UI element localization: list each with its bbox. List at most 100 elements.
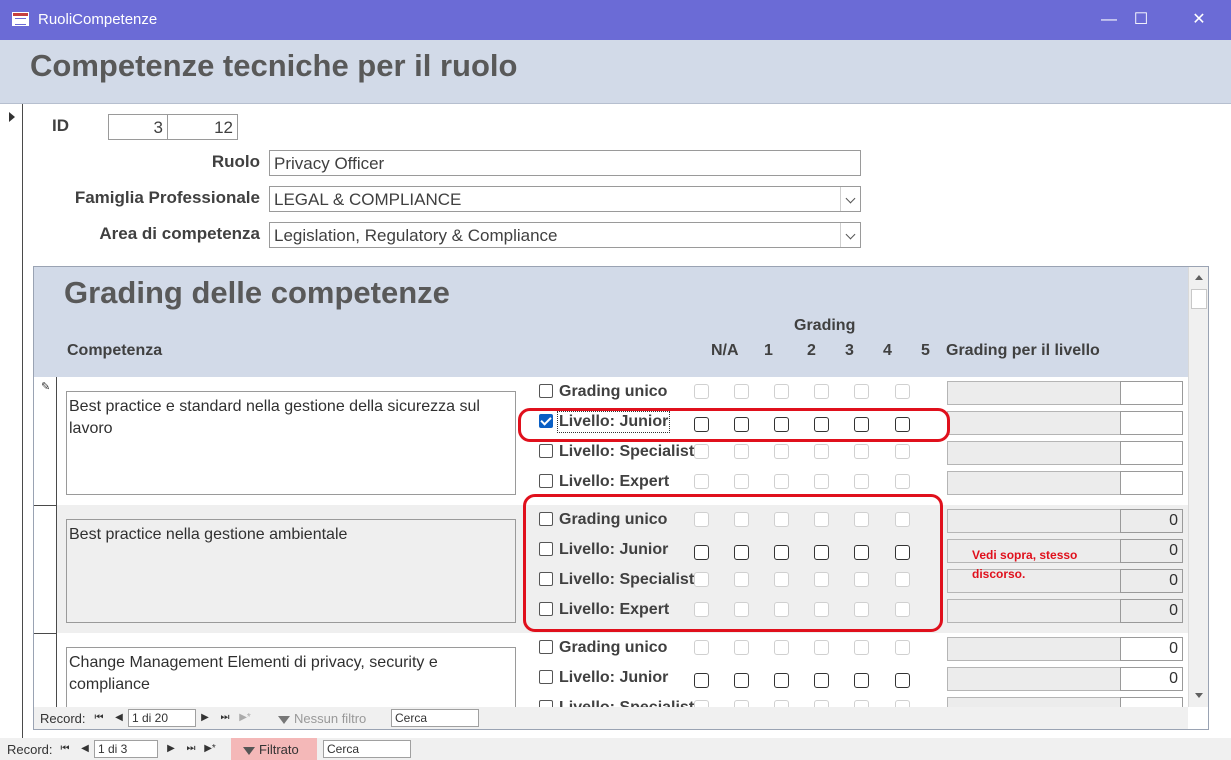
grade-checkbox[interactable] <box>814 474 829 489</box>
page-title: Competenze tecniche per il ruolo <box>30 48 518 83</box>
subform-navigation-bar: Record: ⏮ ◀ 1 di 20 ▶ ⏭ ▶* Nessun filtro… <box>34 707 1188 729</box>
livello-grading-field[interactable] <box>947 509 1122 533</box>
grade-checkbox[interactable] <box>814 673 829 688</box>
last-record-icon[interactable]: ⏭ <box>218 710 232 726</box>
grade-na-checkbox[interactable] <box>694 444 709 459</box>
id-field-1[interactable]: 3 <box>108 114 168 140</box>
grade-checkbox[interactable] <box>854 673 869 688</box>
livello-grading-field[interactable] <box>947 411 1122 435</box>
row-level-checkbox[interactable] <box>539 640 553 654</box>
competenza-field[interactable]: Best practice nella gestione ambientale <box>66 519 516 623</box>
famiglia-combo[interactable]: LEGAL & COMPLIANCE <box>269 186 861 212</box>
id-field-2[interactable]: 12 <box>167 114 238 140</box>
area-label: Area di competenza <box>99 224 260 243</box>
record-selector[interactable] <box>0 104 23 738</box>
livello-grading-field[interactable] <box>947 667 1122 691</box>
col-grade-3: 3 <box>845 342 854 359</box>
livello-grading-field[interactable] <box>947 441 1122 465</box>
col-grade-5: 5 <box>921 342 930 359</box>
competenza-field[interactable]: Best practice e standard nella gestione … <box>66 391 516 495</box>
chevron-down-icon[interactable] <box>840 187 860 211</box>
grade-checkbox[interactable] <box>734 444 749 459</box>
grade-checkbox[interactable] <box>734 384 749 399</box>
grading-value-field[interactable]: 0 <box>1120 539 1183 563</box>
next-record-icon[interactable]: ▶ <box>164 741 178 757</box>
grading-value-field[interactable]: 0 <box>1120 599 1183 623</box>
prev-record-icon[interactable]: ◀ <box>112 710 126 726</box>
col-grade-2: 2 <box>807 342 816 359</box>
scroll-up-icon[interactable] <box>1190 269 1208 287</box>
col-na: N/A <box>711 342 739 359</box>
main-search-input[interactable]: Cerca <box>323 740 411 758</box>
main-record-number[interactable]: 1 di 3 <box>94 740 158 758</box>
grading-value-field[interactable]: 0 <box>1120 509 1183 533</box>
grade-checkbox[interactable] <box>895 444 910 459</box>
chevron-down-icon[interactable] <box>840 223 860 247</box>
grading-value-field[interactable] <box>1120 411 1183 435</box>
subform-record-number[interactable]: 1 di 20 <box>128 709 196 727</box>
livello-grading-field[interactable] <box>947 381 1122 405</box>
first-record-icon[interactable]: ⏮ <box>58 741 72 757</box>
grade-checkbox[interactable] <box>854 640 869 655</box>
grade-na-checkbox[interactable] <box>694 384 709 399</box>
new-record-icon[interactable]: ▶* <box>238 710 252 726</box>
col-grade-4: 4 <box>883 342 892 359</box>
main-filter-status[interactable]: Filtrato <box>231 738 317 760</box>
vertical-scrollbar[interactable] <box>1188 267 1208 707</box>
row-level-checkbox[interactable] <box>539 444 553 458</box>
last-record-icon[interactable]: ⏭ <box>184 741 198 757</box>
grading-value-field[interactable] <box>1120 441 1183 465</box>
subform-header: Grading delle competenze Competenza Grad… <box>34 267 1188 377</box>
row-level-checkbox[interactable] <box>539 384 553 398</box>
grading-value-field[interactable]: 0 <box>1120 667 1183 691</box>
grading-value-field[interactable] <box>1120 471 1183 495</box>
grading-value-field[interactable] <box>1120 381 1183 405</box>
grade-checkbox[interactable] <box>814 640 829 655</box>
grade-checkbox[interactable] <box>734 640 749 655</box>
scroll-down-icon[interactable] <box>1190 687 1208 705</box>
grade-checkbox[interactable] <box>774 673 789 688</box>
livello-grading-field[interactable] <box>947 599 1122 623</box>
next-record-icon[interactable]: ▶ <box>198 710 212 726</box>
grade-na-checkbox[interactable] <box>694 640 709 655</box>
window-titlebar: RuoliCompetenze — ☐ ✕ <box>0 0 1231 40</box>
grade-checkbox[interactable] <box>854 384 869 399</box>
grade-checkbox[interactable] <box>854 474 869 489</box>
ruolo-field[interactable]: Privacy Officer <box>269 150 861 176</box>
grading-value-field[interactable]: 0 <box>1120 569 1183 593</box>
row-level-checkbox[interactable] <box>539 474 553 488</box>
subform-search-input[interactable]: Cerca <box>391 709 479 727</box>
new-record-icon[interactable]: ▶* <box>203 741 217 757</box>
grade-checkbox[interactable] <box>895 673 910 688</box>
maximize-button[interactable]: ☐ <box>1118 0 1164 40</box>
grade-checkbox[interactable] <box>774 384 789 399</box>
grade-checkbox[interactable] <box>814 444 829 459</box>
grade-checkbox[interactable] <box>814 384 829 399</box>
grade-checkbox[interactable] <box>774 640 789 655</box>
grading-value-field[interactable]: 0 <box>1120 637 1183 661</box>
grade-checkbox[interactable] <box>854 444 869 459</box>
prev-record-icon[interactable]: ◀ <box>78 741 92 757</box>
grade-checkbox[interactable] <box>774 474 789 489</box>
grade-checkbox[interactable] <box>895 384 910 399</box>
first-record-icon[interactable]: ⏮ <box>92 710 106 726</box>
grade-na-checkbox[interactable] <box>694 474 709 489</box>
subform-record-selector[interactable]: ✎ <box>34 377 57 707</box>
col-livello: Grading per il livello <box>946 342 1100 359</box>
livello-grading-field[interactable] <box>947 637 1122 661</box>
col-competenza: Competenza <box>67 342 163 359</box>
grade-checkbox[interactable] <box>774 444 789 459</box>
grade-checkbox[interactable] <box>734 474 749 489</box>
row-level-label: Grading unico <box>559 383 668 400</box>
grade-na-checkbox[interactable] <box>694 673 709 688</box>
main-navigation-bar: Record: ⏮ ◀ 1 di 3 ▶ ⏭ ▶* Filtrato Cerca <box>0 738 1231 760</box>
grade-checkbox[interactable] <box>895 474 910 489</box>
grade-checkbox[interactable] <box>734 673 749 688</box>
area-combo[interactable]: Legislation, Regulatory & Compliance <box>269 222 861 248</box>
livello-grading-field[interactable] <box>947 471 1122 495</box>
row-level-checkbox[interactable] <box>539 670 553 684</box>
scroll-thumb[interactable] <box>1191 289 1207 309</box>
grade-checkbox[interactable] <box>895 640 910 655</box>
subform-filter-status[interactable]: Nessun filtro <box>278 711 366 726</box>
close-button[interactable]: ✕ <box>1176 0 1222 40</box>
